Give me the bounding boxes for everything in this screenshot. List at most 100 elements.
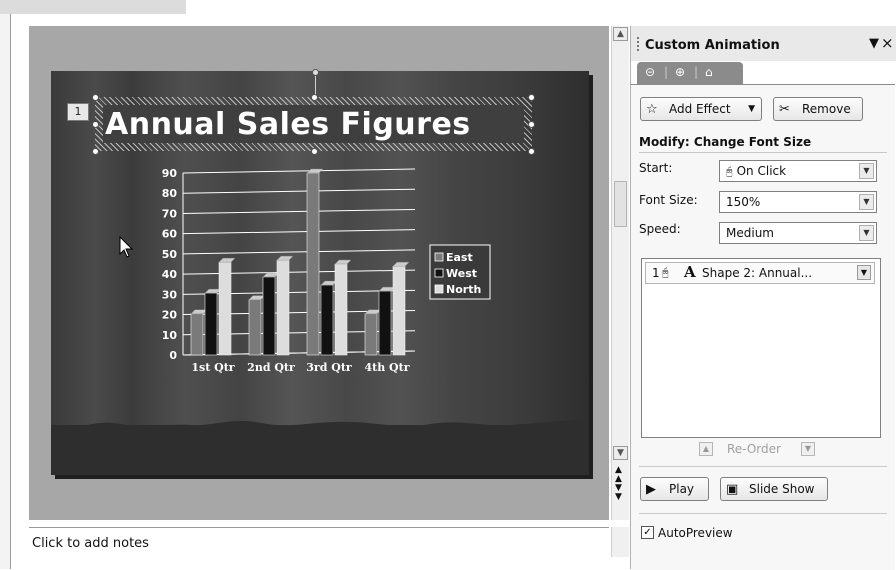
y-tick-label: 90 — [162, 167, 178, 180]
resize-handle-t[interactable] — [311, 94, 318, 101]
move-up-icon[interactable]: ▲ — [699, 442, 713, 456]
bar-top — [364, 309, 382, 314]
forward-icon[interactable]: ⊕ — [675, 65, 685, 79]
bar-top — [276, 255, 294, 261]
notes-pane[interactable]: Click to add notes — [29, 527, 609, 558]
next-slide-icon[interactable]: ▼ ▼ — [615, 484, 622, 502]
resize-handle-tr[interactable] — [528, 94, 535, 101]
scroll-down-button[interactable]: ▼ — [613, 446, 628, 460]
bar-top — [320, 280, 338, 286]
previous-slide-icon[interactable]: ▲ ▲ — [615, 466, 622, 484]
x-tick-label: 1st Qtr — [191, 361, 234, 374]
mouse-click-icon: 🖰 — [726, 165, 733, 178]
autopreview-label: AutoPreview — [658, 526, 733, 540]
pane-menu-icon[interactable]: ▼ — [869, 36, 879, 51]
y-tick-label: 20 — [162, 309, 178, 322]
star-icon: ☆ — [646, 102, 658, 117]
resize-handle-tl[interactable] — [92, 94, 99, 101]
notes-placeholder[interactable]: Click to add notes — [32, 536, 149, 551]
pane-grip-icon[interactable] — [637, 37, 641, 51]
slide-title[interactable]: Annual Sales Figures — [105, 107, 471, 142]
speed-label: Speed: — [639, 222, 681, 236]
y-tick-label: 40 — [162, 268, 178, 281]
bar-top — [218, 257, 236, 263]
font-size-effect-icon: A — [684, 263, 696, 281]
bar-west — [378, 290, 392, 356]
legend-swatch — [434, 268, 444, 278]
bar-north — [276, 259, 290, 356]
add-effect-button[interactable]: ☆ Add Effect ▼ — [640, 97, 762, 121]
bar-west — [262, 276, 276, 356]
close-icon[interactable]: × — [881, 34, 894, 52]
editor-vertical-scrollbar[interactable]: ▲ ▼ ▲ ▲ ▼ ▼ — [611, 26, 629, 520]
animation-list[interactable]: 1 🖰 A Shape 2: Annual... ▼ — [641, 258, 881, 438]
play-button[interactable]: ▶ Play — [640, 477, 709, 501]
x-tick-label: 3rd Qtr — [306, 361, 352, 374]
slide-show-button[interactable]: ▣ Slide Show — [720, 477, 828, 501]
pane-title: Custom Animation — [645, 38, 780, 53]
list-item[interactable]: 1 🖰 A Shape 2: Annual... ▼ — [645, 262, 875, 284]
bar-top — [306, 168, 324, 174]
notes-scrollbar[interactable] — [611, 527, 629, 557]
rotation-handle-line — [315, 76, 316, 96]
remove-button[interactable]: ✂ Remove — [773, 97, 863, 121]
legend-swatch — [434, 252, 444, 262]
bar-west — [204, 292, 218, 356]
chevron-down-icon[interactable]: ▼ — [857, 265, 871, 280]
y-tick-label: 60 — [162, 228, 178, 241]
speed-select[interactable]: Medium ▼ — [719, 222, 877, 244]
divider — [639, 513, 887, 514]
x-tick-label: 2nd Qtr — [247, 361, 295, 374]
bar-top — [392, 262, 410, 267]
back-icon[interactable]: ⊝ — [645, 65, 655, 79]
legend-swatch — [434, 284, 444, 294]
curtain-bottom — [51, 425, 589, 475]
resize-handle-l[interactable] — [92, 121, 99, 128]
font-size-select[interactable]: 150% ▼ — [719, 191, 877, 213]
mouse-click-icon: 🖰 — [662, 266, 669, 279]
bar-west — [320, 284, 334, 356]
bar-east — [190, 313, 204, 356]
move-down-icon[interactable]: ▼ — [801, 442, 815, 456]
legend-entry: West — [446, 267, 477, 280]
bar-top — [204, 288, 222, 294]
resize-handle-bl[interactable] — [92, 148, 99, 155]
scroll-up-button[interactable]: ▲ — [613, 27, 628, 41]
modify-heading: Modify: Change Font Size — [639, 135, 812, 149]
play-icon: ▶ — [646, 482, 656, 497]
home-icon[interactable]: ⌂ — [705, 65, 713, 79]
slides-pane-edge — [0, 14, 11, 569]
gridline — [182, 229, 416, 235]
font-size-label: Font Size: — [639, 193, 698, 207]
gridline — [182, 188, 416, 194]
resize-handle-b[interactable] — [311, 148, 318, 155]
chevron-down-icon[interactable]: ▼ — [859, 163, 874, 179]
remove-effect-icon: ✂ — [779, 102, 790, 117]
divider — [639, 466, 887, 467]
animation-order-tag[interactable]: 1 — [67, 103, 89, 121]
start-label: Start: — [639, 161, 673, 175]
y-tick-label: 50 — [162, 248, 178, 261]
divider — [639, 152, 887, 153]
start-select[interactable]: 🖰 On Click ▼ — [719, 160, 877, 182]
legend-entry: East — [446, 251, 473, 264]
pane-header: Custom Animation ▼ × — [631, 26, 896, 61]
autopreview-checkbox[interactable]: ✓ — [641, 526, 654, 539]
resize-handle-r[interactable] — [528, 121, 535, 128]
gridline — [182, 249, 416, 255]
resize-handle-br[interactable] — [528, 148, 535, 155]
y-tick-label: 10 — [162, 329, 178, 342]
scroll-thumb[interactable] — [614, 181, 627, 227]
chevron-down-icon: ▼ — [748, 104, 755, 114]
y-tick-label: 30 — [162, 288, 178, 301]
chevron-down-icon[interactable]: ▼ — [859, 194, 874, 210]
gridline — [182, 269, 416, 275]
pane-nav-bar: ⊝ | ⊕ | ⌂ — [637, 62, 743, 84]
reorder-label: Re-Order — [727, 442, 781, 456]
sales-chart[interactable]: 0 10 20 30 40 50 60 70 80 90 1st Qtr 2nd Qtr 3rd Qtr… — [150, 165, 500, 380]
legend-entry: North — [446, 283, 481, 296]
chevron-down-icon[interactable]: ▼ — [859, 225, 874, 241]
rotation-handle[interactable] — [312, 69, 319, 76]
bar-north — [334, 263, 348, 356]
custom-animation-pane: Custom Animation ▼ × ⊝ | ⊕ | ⌂ ☆ Add Eff… — [630, 26, 896, 570]
